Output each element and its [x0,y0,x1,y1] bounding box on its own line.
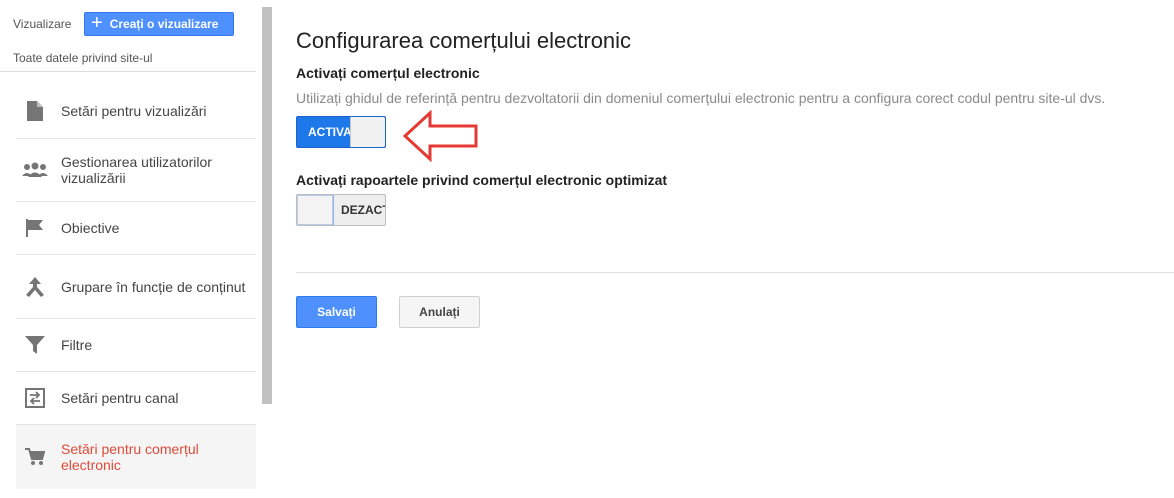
users-icon [22,157,48,183]
sidebar-scrollbar[interactable] [262,7,272,404]
sidebar-item-label: Grupare în funcție de conținut [61,278,246,295]
enhanced-ecommerce-toggle[interactable]: DEZACT [296,194,386,226]
sidebar-item-label: Gestionarea utilizatorilor vizualizării [61,154,212,186]
sidebar-item-label: Obiective [61,220,120,236]
create-view-label: Creați o vizualizare [109,17,219,31]
enable-ecommerce-title: Activați comerțul electronic [296,65,480,81]
sidebar-item-goals[interactable]: Obiective [16,202,256,255]
document-icon [22,98,48,124]
plus-icon: + [91,12,103,34]
enable-ecommerce-toggle[interactable]: ACTIVA [296,116,386,148]
sidebar-item-label: Setări pentru canal [61,390,179,406]
sidebar-item-view-settings[interactable]: Setări pentru vizualizări [16,84,256,139]
sidebar-item-label: Setări pentru vizualizări [61,103,207,119]
flag-icon [22,215,48,241]
sidebar-nav: Setări pentru vizualizări Gestionarea ut… [16,84,256,489]
sidebar-item-user-management[interactable]: Gestionarea utilizatorilor vizualizării [16,139,256,202]
save-button[interactable]: Salvați [296,296,377,328]
ecommerce-help-text: Utilizați ghidul de referință pentru dez… [296,90,1106,106]
annotation-arrow-icon [402,110,478,162]
page-title: Configurarea comerțului electronic [296,28,632,53]
sidebar-item-label: Filtre [61,337,93,353]
channel-settings-icon [22,385,48,411]
content-grouping-icon [22,274,48,300]
toggle-label: ACTIVA [308,125,352,139]
enhanced-ecommerce-title: Activați rapoartele privind comerțul ele… [296,172,668,188]
sidebar-item-filters[interactable]: Filtre [16,319,256,372]
filter-icon [22,332,48,358]
divider [296,272,1174,273]
toggle-knob [350,117,385,147]
sidebar-item-channel-settings[interactable]: Setări pentru canal [16,372,256,425]
toggle-knob [297,195,334,225]
sidebar-item-label: Setări pentru comerțul electronic [61,441,199,473]
sidebar: Vizualizare + Creați o vizualizare Toate… [0,0,262,498]
sidebar-item-content-grouping[interactable]: Grupare în funcție de conținut [16,255,256,319]
sidebar-item-ecommerce-settings[interactable]: Setări pentru comerțul electronic [16,425,256,489]
create-view-button[interactable]: + Creați o vizualizare [84,12,234,36]
toggle-label: DEZACT [341,203,386,217]
sidebar-divider [0,71,256,72]
cart-icon [22,444,48,470]
cancel-button[interactable]: Anulați [399,296,480,328]
view-selector[interactable]: Toate datele privind site-ul [13,51,152,65]
view-label: Vizualizare [13,17,72,31]
